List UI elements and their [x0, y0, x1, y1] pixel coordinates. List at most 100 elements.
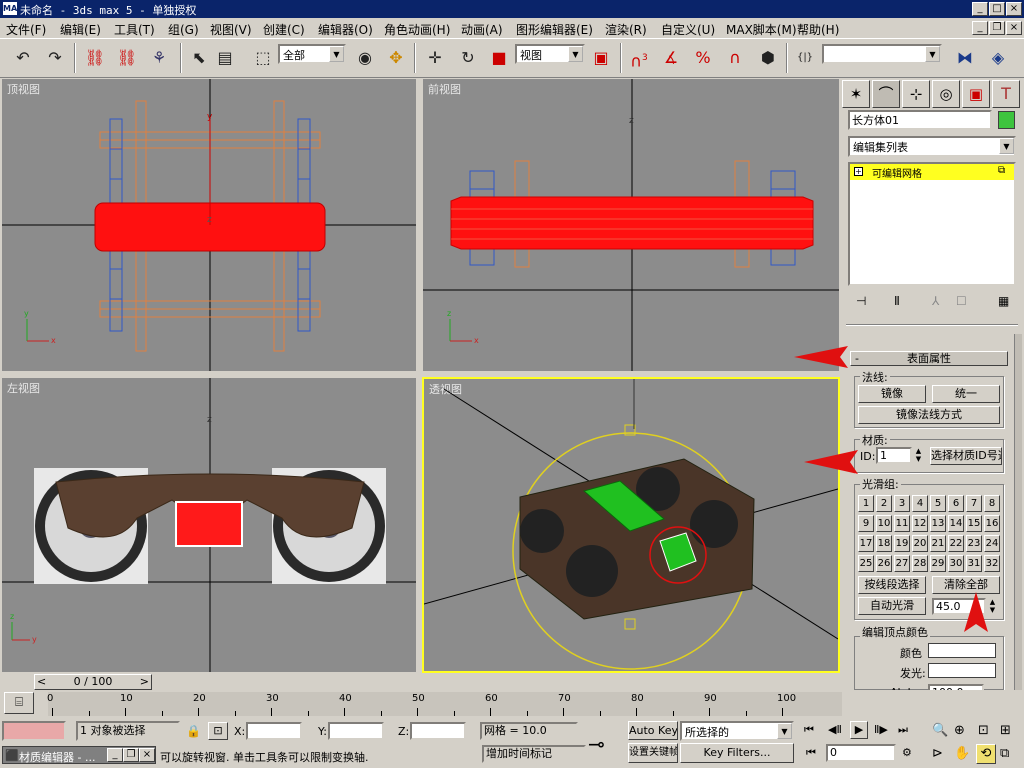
pivot-center-icon[interactable]: ▣ [588, 44, 614, 72]
x-coord-field[interactable] [246, 722, 302, 740]
viewport-left[interactable]: 左视图 z zy [2, 378, 416, 672]
select-by-smooth-button[interactable]: 按线段选择 [858, 576, 926, 594]
smoothing-group-button[interactable]: 19 [894, 535, 910, 552]
mirror-normals-button[interactable]: 镜像 [858, 385, 926, 403]
menu-group[interactable]: 组(G) [168, 21, 199, 38]
smoothing-group-button[interactable]: 20 [912, 535, 928, 552]
bind-spacewarp-icon[interactable]: ⚘ [146, 44, 172, 72]
time-config-icon[interactable]: ⚙ [902, 746, 912, 759]
menu-modifiers[interactable]: 编辑器(O) [318, 21, 373, 38]
pan-icon[interactable]: ✋ [954, 746, 970, 761]
smoothing-group-button[interactable]: 14 [948, 515, 964, 532]
taskbar-restore-button[interactable]: ❐ [123, 748, 139, 762]
smoothing-group-button[interactable]: 6 [948, 495, 964, 512]
utilities-tab-icon[interactable]: T [992, 80, 1020, 108]
smoothing-group-button[interactable]: 5 [930, 495, 946, 512]
smoothing-group-button[interactable]: 18 [876, 535, 892, 552]
smoothing-group-button[interactable]: 7 [966, 495, 982, 512]
menu-edit[interactable]: 编辑(E) [60, 21, 101, 38]
smoothing-group-button[interactable]: 28 [912, 555, 928, 572]
menu-graph-editors[interactable]: 图形编辑器(E) [516, 21, 593, 38]
close-button[interactable]: × [1006, 2, 1022, 16]
play-icon[interactable]: ▶ [850, 721, 868, 739]
mirror-icon[interactable]: ⧓ [952, 44, 978, 72]
mirror-normal-method-button[interactable]: 镜像法线方式 [858, 406, 1000, 424]
vertex-color-swatch[interactable] [928, 643, 996, 658]
key-filters-button[interactable]: Key Filters... [680, 743, 794, 763]
smoothing-group-button[interactable]: 11 [894, 515, 910, 532]
go-to-end-icon[interactable]: ⏭ [898, 723, 908, 737]
smoothing-group-button[interactable]: 9 [858, 515, 874, 532]
smoothing-group-button[interactable]: 22 [948, 535, 964, 552]
taskbar-close-button[interactable]: × [139, 748, 155, 762]
unify-normals-button[interactable]: 统一 [932, 385, 1000, 403]
menu-rendering[interactable]: 渲染(R) [605, 21, 647, 38]
time-slider[interactable]: < 0 / 100 > [34, 674, 152, 690]
snap-3d-icon[interactable]: ∩3 [626, 44, 652, 72]
manipulate-icon[interactable]: ✥ [383, 44, 409, 72]
scale-icon[interactable]: ■ [486, 44, 512, 72]
menu-animation[interactable]: 动画(A) [461, 21, 503, 38]
current-frame-field[interactable]: 0 [826, 744, 896, 762]
motion-tab-icon[interactable]: ◎ [932, 80, 960, 108]
undo-icon[interactable]: ↶ [10, 44, 36, 72]
edit-named-selections-icon[interactable]: ⬢ [755, 44, 781, 72]
show-end-result-icon[interactable]: Ⅱ [894, 294, 900, 308]
key-mode-toggle-icon[interactable]: ⏮ [806, 746, 816, 760]
maximize-button[interactable]: □ [989, 2, 1005, 16]
ref-coord-dropdown[interactable]: 视图 ▼ [515, 44, 585, 64]
smoothing-group-button[interactable]: 24 [984, 535, 1000, 552]
select-object-icon[interactable]: ⬉ [186, 44, 212, 72]
menu-tools[interactable]: 工具(T) [114, 21, 155, 38]
doc-restore-button[interactable]: ❐ [989, 21, 1005, 35]
doc-minimize-button[interactable]: _ [972, 21, 988, 35]
zoom-all-icon[interactable]: ⊕ [954, 723, 965, 738]
key-mode-dropdown[interactable]: 所选择的 ▼ [680, 721, 794, 741]
next-frame-icon[interactable]: Ⅱ▶ [874, 723, 888, 736]
select-by-name-icon[interactable]: ▤ [212, 44, 238, 72]
menu-maxscript[interactable]: MAX脚本(M) [726, 21, 797, 38]
smoothing-group-button[interactable]: 3 [894, 495, 910, 512]
object-color-swatch[interactable] [998, 111, 1015, 129]
viewport-front[interactable]: 前视图 z zx [423, 79, 839, 371]
pin-stack-icon[interactable]: ⊣ [856, 294, 866, 308]
smoothing-group-button[interactable]: 25 [858, 555, 874, 572]
surface-properties-rollout[interactable]: - 表面属性 [850, 351, 1008, 366]
minimize-button[interactable]: _ [972, 2, 988, 16]
viewport-perspective[interactable]: 透视图 [422, 377, 840, 673]
smoothing-group-button[interactable]: 16 [984, 515, 1000, 532]
material-id-field[interactable]: 1 [876, 447, 912, 464]
smoothing-group-button[interactable]: 27 [894, 555, 910, 572]
smoothing-group-button[interactable]: 10 [876, 515, 892, 532]
smoothing-group-button[interactable]: 8 [984, 495, 1000, 512]
spinner-snap-icon[interactable]: ∩ [722, 44, 748, 72]
modify-tab-icon[interactable]: ⌒ [872, 80, 900, 108]
maximize-viewport-icon[interactable]: ⧉ [1000, 746, 1009, 761]
named-selection-dropdown[interactable]: ▼ [822, 44, 942, 64]
doc-close-button[interactable]: × [1006, 21, 1022, 35]
remove-modifier-icon[interactable]: ☐ [956, 294, 967, 308]
select-by-id-button[interactable]: 选择材质ID号选择 [930, 447, 1002, 465]
smoothing-group-button[interactable]: 2 [876, 495, 892, 512]
smoothing-group-button[interactable]: 4 [912, 495, 928, 512]
smoothing-group-button[interactable]: 13 [930, 515, 946, 532]
go-to-start-icon[interactable]: ⏮ [804, 723, 814, 737]
zoom-icon[interactable]: 🔍 [932, 723, 948, 738]
arc-rotate-icon[interactable]: ⟲ [976, 744, 996, 764]
stack-item[interactable]: + 可编辑网格 ⧉ [850, 164, 1014, 180]
percent-snap-icon[interactable]: % [690, 44, 716, 72]
rotate-icon[interactable]: ↻ [455, 44, 481, 72]
y-coord-field[interactable] [328, 722, 384, 740]
display-tab-icon[interactable]: ▣ [962, 80, 990, 108]
menu-file[interactable]: 文件(F) [6, 21, 46, 38]
material-editor-taskbar[interactable]: ⬛ 材质编辑器 - ... _ ❐ × [2, 746, 156, 764]
smoothing-group-button[interactable]: 12 [912, 515, 928, 532]
frame-ruler[interactable]: 0 10 20 30 40 50 60 70 80 90 100 [47, 692, 842, 716]
redo-icon[interactable]: ↷ [42, 44, 68, 72]
key-icon[interactable]: ⊸ [588, 732, 605, 756]
smoothing-group-button[interactable]: 17 [858, 535, 874, 552]
zoom-extents-icon[interactable]: ⊡ [978, 723, 989, 738]
smoothing-group-button[interactable]: 21 [930, 535, 946, 552]
abc-icon[interactable]: {|} [792, 44, 818, 72]
menu-customize[interactable]: 自定义(U) [661, 21, 715, 38]
